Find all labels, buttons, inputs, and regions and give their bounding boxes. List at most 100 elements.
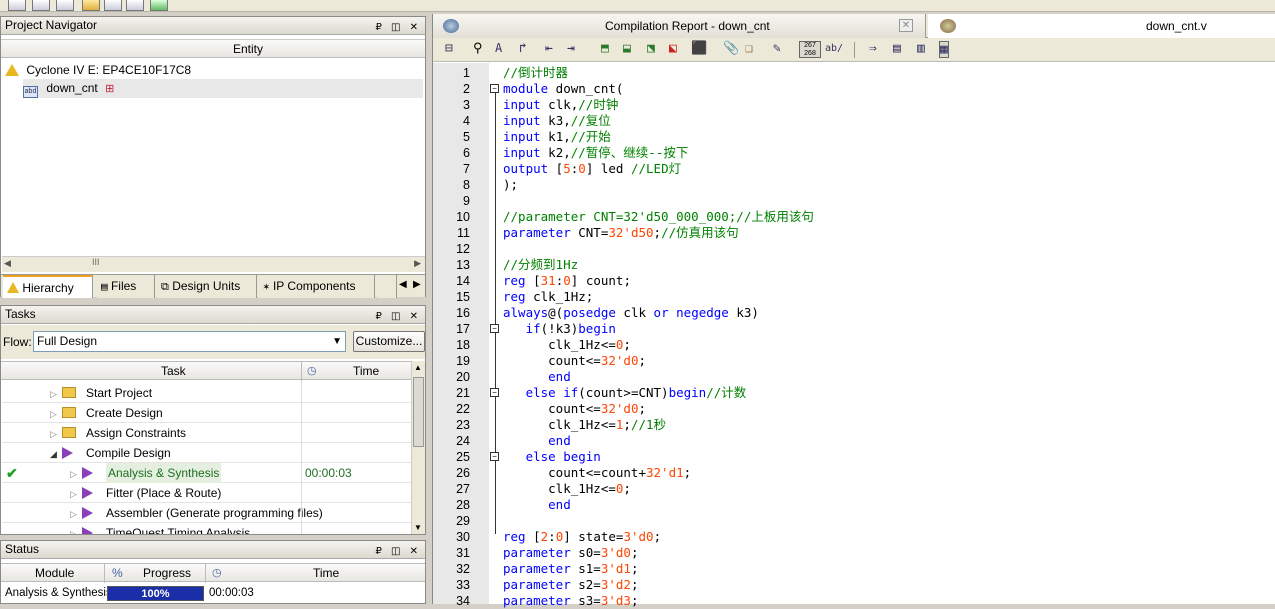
expand-icon[interactable]: ▷ xyxy=(50,384,62,404)
scroll-thumb[interactable] xyxy=(413,377,424,447)
tab-hierarchy[interactable]: Hierarchy xyxy=(3,275,93,298)
code-line[interactable]: parameter s0=3'd0; xyxy=(503,545,638,561)
expand-icon[interactable]: ▷ xyxy=(70,524,82,534)
tab-overflow[interactable] xyxy=(377,275,397,298)
fold-toggle-icon[interactable]: − xyxy=(490,324,499,333)
code-line[interactable]: reg [2:0] state=3'd0; xyxy=(503,529,661,545)
expand-icon[interactable]: ▷ xyxy=(50,404,62,424)
play-icon[interactable] xyxy=(82,527,93,534)
goto-icon[interactable]: ↱ xyxy=(519,41,527,56)
fold-toggle-icon[interactable]: − xyxy=(490,84,499,93)
block-comment-icon[interactable]: ✎ xyxy=(773,41,781,56)
device-row[interactable]: Cyclone IV E: EP4CE10F17C8 xyxy=(5,61,423,79)
stop-icon[interactable] xyxy=(8,0,26,11)
task-row-assembler[interactable]: ▷ Assembler (Generate programming files) xyxy=(2,503,411,523)
code-line[interactable]: always@(posedge clk or negedge k3) xyxy=(503,305,759,321)
code-line[interactable]: else if(count>=CNT)begin//计数 xyxy=(503,385,747,401)
indent-icon[interactable]: ⇤ xyxy=(545,41,553,56)
tab-scroll-left-icon[interactable]: ◀ xyxy=(399,279,407,290)
tab-design-units[interactable]: ⧉ Design Units xyxy=(157,275,257,298)
flow-select[interactable]: Full Design ▼ xyxy=(33,331,346,352)
align-left-icon[interactable]: ▤ xyxy=(893,41,901,56)
task-row-timequest[interactable]: ▷ TimeQuest Timing Analysis xyxy=(2,523,411,534)
unindent-icon[interactable]: ⇥ xyxy=(567,41,575,56)
edit-icon[interactable] xyxy=(56,0,74,11)
code-line[interactable]: end xyxy=(503,433,571,449)
task-row-assign-constraints[interactable]: ▷ Assign Constraints xyxy=(2,423,411,443)
panel-controls[interactable]: ₽ ◫ ✕ xyxy=(375,19,421,36)
code-line[interactable]: parameter s2=3'd2; xyxy=(503,577,638,593)
task-row-fitter[interactable]: ▷ Fitter (Place & Route) xyxy=(2,483,411,503)
code-line[interactable]: input clk,//时钟 xyxy=(503,97,618,113)
code-line[interactable]: input k1,//开始 xyxy=(503,129,611,145)
code-line[interactable]: input k2,//暂停、继续--按下 xyxy=(503,145,688,161)
panel-controls[interactable]: ₽ ◫ ✕ xyxy=(375,543,421,560)
code-line[interactable]: input k3,//复位 xyxy=(503,113,611,129)
code-line[interactable]: end xyxy=(503,497,571,513)
expand-icon[interactable]: ▷ xyxy=(70,464,82,484)
delete-icon[interactable]: ⬛ xyxy=(691,41,707,56)
expand-icon[interactable]: ▷ xyxy=(70,504,82,524)
panel-controls[interactable]: ₽ ◫ ✕ xyxy=(375,308,421,325)
scroll-up-icon[interactable]: ▲ xyxy=(414,363,422,372)
folder-icon[interactable] xyxy=(82,0,100,11)
code-line[interactable]: clk_1Hz<=0; xyxy=(503,481,631,497)
customize-button[interactable]: Customize... xyxy=(353,331,425,352)
line-numbers-icon[interactable]: 267 268 xyxy=(799,41,821,58)
clear-bookmarks-icon[interactable]: ⬕ xyxy=(669,41,677,56)
bookmark-icon[interactable]: ⬒ xyxy=(601,41,609,56)
code-line[interactable]: parameter s1=3'd1; xyxy=(503,561,638,577)
scroll-right-icon[interactable]: ▶ xyxy=(414,258,421,269)
top-entity-row[interactable]: abd down_cnt ⊞ xyxy=(23,79,423,98)
play-icon[interactable] xyxy=(82,487,93,499)
fold-toggle-icon[interactable]: − xyxy=(490,388,499,397)
code-line[interactable]: parameter s3=3'd3; xyxy=(503,593,638,609)
fold-toggle-icon[interactable]: − xyxy=(490,452,499,461)
code-line[interactable]: count<=32'd0; xyxy=(503,353,646,369)
play-icon[interactable] xyxy=(82,507,93,519)
code-line[interactable]: output [5:0] led //LED灯 xyxy=(503,161,681,177)
tab-scroll-right-icon[interactable]: ▶ xyxy=(413,279,421,290)
collapse-icon[interactable]: ◢ xyxy=(50,444,62,464)
task-row-start-project[interactable]: ▷ Start Project xyxy=(2,383,411,403)
horizontal-scrollbar[interactable]: ◀ III ▶ xyxy=(2,256,425,272)
code-line[interactable]: reg clk_1Hz; xyxy=(503,289,593,305)
align-right-icon[interactable]: ▥ xyxy=(917,41,925,56)
tab-compilation-report[interactable]: Compilation Report - down_cnt ✕ xyxy=(433,14,926,38)
play-icon[interactable] xyxy=(82,467,93,479)
entity-column-header[interactable]: Entity xyxy=(1,39,425,58)
scroll-left-icon[interactable]: ◀ xyxy=(4,258,11,269)
hierarchy-icon[interactable] xyxy=(32,0,50,11)
code-line[interactable]: clk_1Hz<=1;//1秒 xyxy=(503,417,666,433)
attach-icon[interactable]: 📎 xyxy=(723,41,739,56)
hierarchy-list-icon[interactable]: ⊟ xyxy=(445,41,453,56)
code-line[interactable]: parameter CNT=32'd50;//仿真用该句 xyxy=(503,225,739,241)
prev-bookmark-icon[interactable]: ⬔ xyxy=(647,41,655,56)
spell-icon[interactable]: ab/ xyxy=(825,43,843,54)
tab-down-cnt-v[interactable]: down_cnt.v xyxy=(928,14,1275,38)
close-icon[interactable]: ✕ xyxy=(899,19,913,32)
code-line[interactable]: //倒计时器 xyxy=(503,65,568,81)
chevron-down-icon[interactable]: ▼ xyxy=(332,332,342,351)
vertical-scrollbar[interactable]: ▲ ▼ xyxy=(411,361,425,534)
code-line[interactable]: count<=32'd0; xyxy=(503,401,646,417)
scroll-down-icon[interactable]: ▼ xyxy=(414,523,422,532)
find-replace-icon[interactable]: A xyxy=(495,41,502,55)
code-line[interactable]: ); xyxy=(503,177,518,193)
code-line[interactable]: count<=count+32'd1; xyxy=(503,465,691,481)
code-line[interactable]: end xyxy=(503,369,571,385)
code-line[interactable]: //parameter CNT=32'd50_000_000;//上板用该句 xyxy=(503,209,814,225)
code-line[interactable]: module down_cnt( xyxy=(503,81,623,97)
refresh-icon[interactable] xyxy=(126,0,144,11)
arrow-right-icon[interactable]: ⇒ xyxy=(869,41,877,56)
code-line[interactable]: //分频到1Hz xyxy=(503,257,578,273)
wrap-icon[interactable]: ▦ xyxy=(939,41,949,58)
template-icon[interactable]: ❏ xyxy=(745,41,753,56)
code-line[interactable]: reg [31:0] count; xyxy=(503,273,631,289)
task-row-analysis-synthesis[interactable]: ✔ ▷ Analysis & Synthesis 00:00:03 xyxy=(2,463,411,483)
tab-files[interactable]: ▤ Files xyxy=(97,275,155,298)
check-icon[interactable] xyxy=(150,0,168,11)
code-line[interactable]: else begin xyxy=(503,449,601,465)
code-line[interactable]: clk_1Hz<=0; xyxy=(503,337,631,353)
play-icon[interactable] xyxy=(62,447,73,459)
